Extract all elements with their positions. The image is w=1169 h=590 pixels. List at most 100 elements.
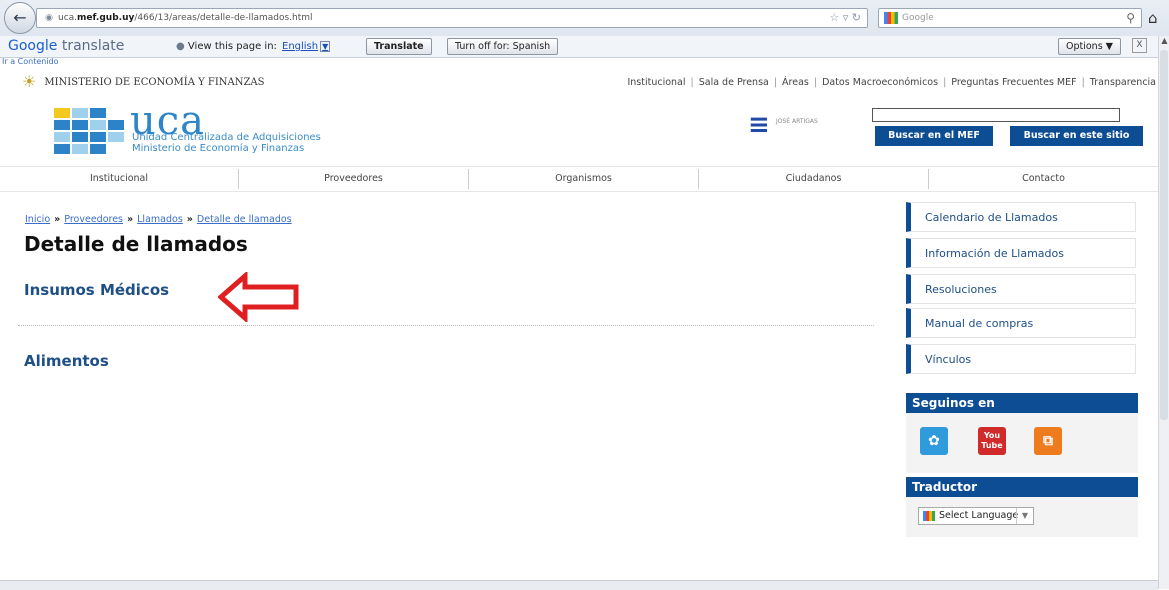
google-icon (884, 12, 898, 24)
google-icon (923, 511, 935, 521)
logo-tile (72, 132, 88, 142)
google-translate-bar: Google translate ● View this page in: En… (0, 36, 1158, 58)
sun-emblem-icon: ☀ (22, 72, 37, 91)
search-mef-button[interactable]: Buscar en el MEF (875, 126, 993, 146)
sidebar-item-vinculos[interactable]: Vínculos (906, 344, 1136, 374)
url-path: /466/13/areas/detalle-de-llamados.html (134, 13, 313, 23)
breadcrumb-separator: » (127, 214, 134, 225)
translate-logo-text: translate (61, 38, 125, 54)
logo-tile (108, 132, 124, 142)
logo-tile (54, 108, 70, 118)
select-language-label: Select Language (939, 510, 1019, 521)
topnav-sala-prensa[interactable]: Sala de Prensa (699, 77, 769, 88)
scroll-thumb[interactable] (1160, 50, 1168, 420)
home-icon[interactable]: ⌂ (1148, 9, 1158, 27)
options-button[interactable]: Options ▼ (1058, 38, 1121, 55)
breadcrumb-inicio[interactable]: Inicio (25, 214, 50, 225)
topnav-datos-macro[interactable]: Datos Macroeconómicos (822, 77, 938, 88)
logo-tile (108, 120, 124, 130)
chevron-down-icon: ▼ (1016, 508, 1033, 524)
artigas-text: JOSÉ ARTIGAS (776, 118, 818, 125)
turn-off-button[interactable]: Turn off for: Spanish (447, 38, 559, 55)
sidebar-item-manual[interactable]: Manual de compras (906, 308, 1136, 338)
bookmark-star-icon[interactable]: ☆ ▿ ↻ (829, 9, 867, 27)
breadcrumb-separator: » (54, 214, 61, 225)
topnav-areas[interactable]: Áreas (782, 77, 809, 88)
nav-institucional[interactable]: Institucional (0, 167, 238, 191)
scroll-up-icon[interactable]: ▲ (1159, 36, 1169, 45)
translator-heading: Traductor (906, 477, 1138, 497)
lock-icon: ● (176, 41, 185, 52)
nav-proveedores[interactable]: Proveedores (239, 167, 468, 191)
sidebar-item-calendario[interactable]: Calendario de Llamados (906, 202, 1136, 232)
social-links: ✿ You Tube ⧉ (906, 413, 1138, 473)
topnav-preguntas[interactable]: Preguntas Frecuentes MEF (951, 77, 1076, 88)
uca-subtitle-2: Ministerio de Economía y Finanzas (132, 143, 305, 154)
nav-organismos[interactable]: Organismos (469, 167, 698, 191)
uca-subtitle-1: Unidad Centralizada de Adquisiciones (132, 132, 321, 143)
url-domain: mef.gub.uy (77, 13, 135, 23)
nav-separator: | (943, 77, 947, 88)
breadcrumb-proveedores[interactable]: Proveedores (64, 214, 123, 225)
nav-separator: | (690, 77, 694, 88)
globe-icon: ◉ (45, 13, 53, 23)
select-language-dropdown[interactable]: Select Language ▼ (918, 507, 1034, 525)
skip-to-content-link[interactable]: Ir a Contenido (2, 57, 59, 66)
topnav-institucional[interactable]: Institucional (627, 77, 685, 88)
browser-toolbar: ← ◉ uca.mef.gub.uy/466/13/areas/detalle-d… (0, 0, 1169, 37)
logo-tile (54, 132, 70, 142)
sidebar-item-informacion[interactable]: Información de Llamados (906, 238, 1136, 268)
top-navigation: Institucional | Sala de Prensa | Áreas | Datos… (627, 77, 1156, 88)
nav-separator: | (813, 77, 818, 88)
breadcrumb-llamados[interactable]: Llamados (137, 214, 183, 225)
site-search-input[interactable] (872, 108, 1120, 122)
address-bar[interactable]: ◉ uca.mef.gub.uy/466/13/areas/detalle-de-… (36, 8, 868, 28)
logo-tile (72, 108, 88, 118)
ministry-header[interactable]: ☀ MINISTERIO DE ECONOMÍA Y FINANZAS (22, 72, 265, 91)
section-alimentos[interactable]: Alimentos (24, 352, 109, 370)
nav-separator: | (773, 77, 778, 88)
back-arrow-icon[interactable]: ← (4, 2, 36, 34)
logo-tile (90, 144, 106, 154)
ministry-name: MINISTERIO DE ECONOMÍA Y FINANZAS (44, 77, 265, 88)
sidebar-item-resoluciones[interactable]: Resoluciones (906, 274, 1136, 304)
breadcrumb-detalle[interactable]: Detalle de llamados (197, 214, 292, 225)
section-insumos-medicos[interactable]: Insumos Médicos (24, 281, 169, 299)
translate-button[interactable]: Translate (366, 38, 432, 55)
artigas-emblem-icon: ≡ (748, 110, 770, 140)
nav-ciudadanos[interactable]: Ciudadanos (699, 167, 928, 191)
close-icon[interactable]: X (1132, 38, 1147, 53)
twitter-icon[interactable]: ✿ (920, 427, 948, 455)
rss-icon[interactable]: ⧉ (1034, 427, 1062, 455)
youtube-icon[interactable]: You Tube (978, 427, 1006, 455)
language-value: English (282, 41, 319, 52)
section-divider (18, 325, 874, 326)
chevron-down-icon: ▼ (320, 41, 331, 52)
logo-tile (72, 120, 88, 130)
google-logo-text: Google (8, 38, 58, 54)
nav-separator: | (1081, 77, 1085, 88)
search-site-button[interactable]: Buscar en este sitio (1010, 126, 1143, 146)
browser-search-input[interactable]: Google ⚲ (878, 8, 1142, 28)
nav-contacto[interactable]: Contacto (929, 167, 1158, 191)
search-placeholder: Google (902, 13, 934, 23)
breadcrumb: Inicio» Proveedores» Llamados» Detalle de l… (25, 214, 292, 225)
google-translate-logo: Google translate (8, 36, 124, 57)
breadcrumb-separator: » (186, 214, 193, 225)
view-text: View this page in: (187, 41, 277, 52)
search-icon[interactable]: ⚲ (1126, 9, 1135, 27)
url-prefix: uca. (58, 13, 78, 23)
logo-tile (90, 132, 106, 142)
topnav-transparencia[interactable]: Transparencia (1090, 77, 1156, 88)
translator-box: Select Language ▼ (906, 497, 1138, 537)
logo-tile (90, 108, 106, 118)
main-navigation: Institucional Proveedores Organismos Ciu… (0, 166, 1158, 192)
language-select[interactable]: English ▼ (282, 36, 331, 57)
social-heading: Seguinos en (906, 393, 1138, 413)
view-page-in-label: ● View this page in: (176, 36, 277, 57)
logo-tile (72, 144, 88, 154)
vertical-scrollbar[interactable]: ▲ (1158, 36, 1169, 589)
logo-tile (54, 120, 70, 130)
jose-artigas-logo[interactable]: ≡ JOSÉ ARTIGAS (748, 110, 818, 140)
left-arrow-annotation-icon (218, 272, 299, 322)
